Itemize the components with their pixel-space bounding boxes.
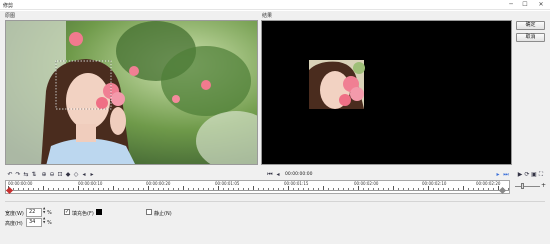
zoom-slider-thumb[interactable] bbox=[521, 183, 524, 189]
fill-color-swatch[interactable] bbox=[96, 209, 102, 215]
height-unit: % bbox=[47, 220, 52, 226]
zoom-in-small-icon[interactable]: + bbox=[541, 182, 546, 189]
width-label: 宽度(W) bbox=[5, 211, 24, 217]
timecode-display: 00:00:00:00 bbox=[285, 172, 313, 177]
result-photo bbox=[262, 21, 511, 164]
width-spin-down[interactable]: ▼ bbox=[43, 211, 45, 214]
flip-vertical-icon[interactable]: ⇅ bbox=[30, 171, 38, 179]
next-keyframe-icon[interactable]: ▸ bbox=[88, 171, 96, 179]
go-start-icon[interactable]: ⏮ bbox=[266, 171, 274, 179]
original-photo bbox=[6, 21, 257, 164]
title-bar: 修剪 ─ ☐ ✕ bbox=[0, 0, 550, 10]
rotate-right-icon[interactable]: ↷ bbox=[14, 171, 22, 179]
end-keyframe-marker[interactable] bbox=[498, 186, 507, 195]
height-label: 高度(H) bbox=[5, 221, 23, 227]
rotate-left-icon[interactable]: ↶ bbox=[6, 171, 14, 179]
still-label: 静止(N) bbox=[154, 211, 172, 217]
minimize-button[interactable]: ─ bbox=[505, 1, 517, 8]
original-image-panel[interactable] bbox=[5, 20, 258, 165]
zoom-slider-track[interactable] bbox=[515, 186, 540, 187]
fullscreen-icon[interactable]: ⛶ bbox=[537, 171, 545, 179]
flip-horizontal-icon[interactable]: ⇆ bbox=[22, 171, 30, 179]
height-spin-down[interactable]: ▼ bbox=[43, 221, 45, 224]
fill-color-checkbox[interactable]: ✓ bbox=[64, 209, 70, 215]
fill-color-label: 填充色(F) bbox=[72, 211, 94, 217]
divider bbox=[5, 201, 545, 202]
timeline-label: 00:00:02:10 bbox=[422, 181, 447, 186]
start-keyframe-marker[interactable] bbox=[5, 186, 14, 195]
go-end-icon[interactable]: ⏭ bbox=[502, 171, 510, 179]
ok-button[interactable]: 确定 bbox=[516, 21, 545, 30]
remove-keyframe-icon[interactable]: ◇ bbox=[72, 171, 80, 179]
timeline-label: 00:00:00:20 bbox=[146, 181, 171, 186]
add-keyframe-icon[interactable]: ◆ bbox=[64, 171, 72, 179]
close-button[interactable]: ✕ bbox=[535, 1, 547, 8]
cancel-button[interactable]: 取消 bbox=[516, 33, 545, 42]
width-field[interactable]: 22 bbox=[26, 208, 42, 217]
timeline-label: 00:00:00:10 bbox=[78, 181, 103, 186]
step-back-icon[interactable]: ◂ bbox=[274, 171, 282, 179]
timeline-label: 00:00:02:20 bbox=[476, 181, 501, 186]
fit-icon[interactable]: ⊡ bbox=[56, 171, 64, 179]
result-preview-panel bbox=[261, 20, 512, 165]
timeline-ruler[interactable]: 00:00:00:00 00:00:00:10 00:00:00:20 00:0… bbox=[5, 180, 510, 195]
height-field[interactable]: 34 bbox=[26, 218, 42, 227]
width-unit: % bbox=[47, 210, 52, 216]
timeline-track bbox=[6, 190, 509, 191]
still-checkbox[interactable] bbox=[146, 209, 152, 215]
prev-keyframe-icon[interactable]: ◂ bbox=[80, 171, 88, 179]
original-panel-label: 原图 bbox=[5, 13, 16, 19]
zoom-out-icon[interactable]: ⊖ bbox=[48, 171, 56, 179]
maximize-button[interactable]: ☐ bbox=[519, 1, 531, 8]
timeline-label: 00:00:00:00 bbox=[8, 181, 33, 186]
zoom-in-icon[interactable]: ⊕ bbox=[40, 171, 48, 179]
next-frame-icon[interactable]: ▸ bbox=[494, 171, 502, 179]
result-panel-label: 结果 bbox=[262, 13, 273, 19]
window-title: 修剪 bbox=[3, 3, 14, 9]
